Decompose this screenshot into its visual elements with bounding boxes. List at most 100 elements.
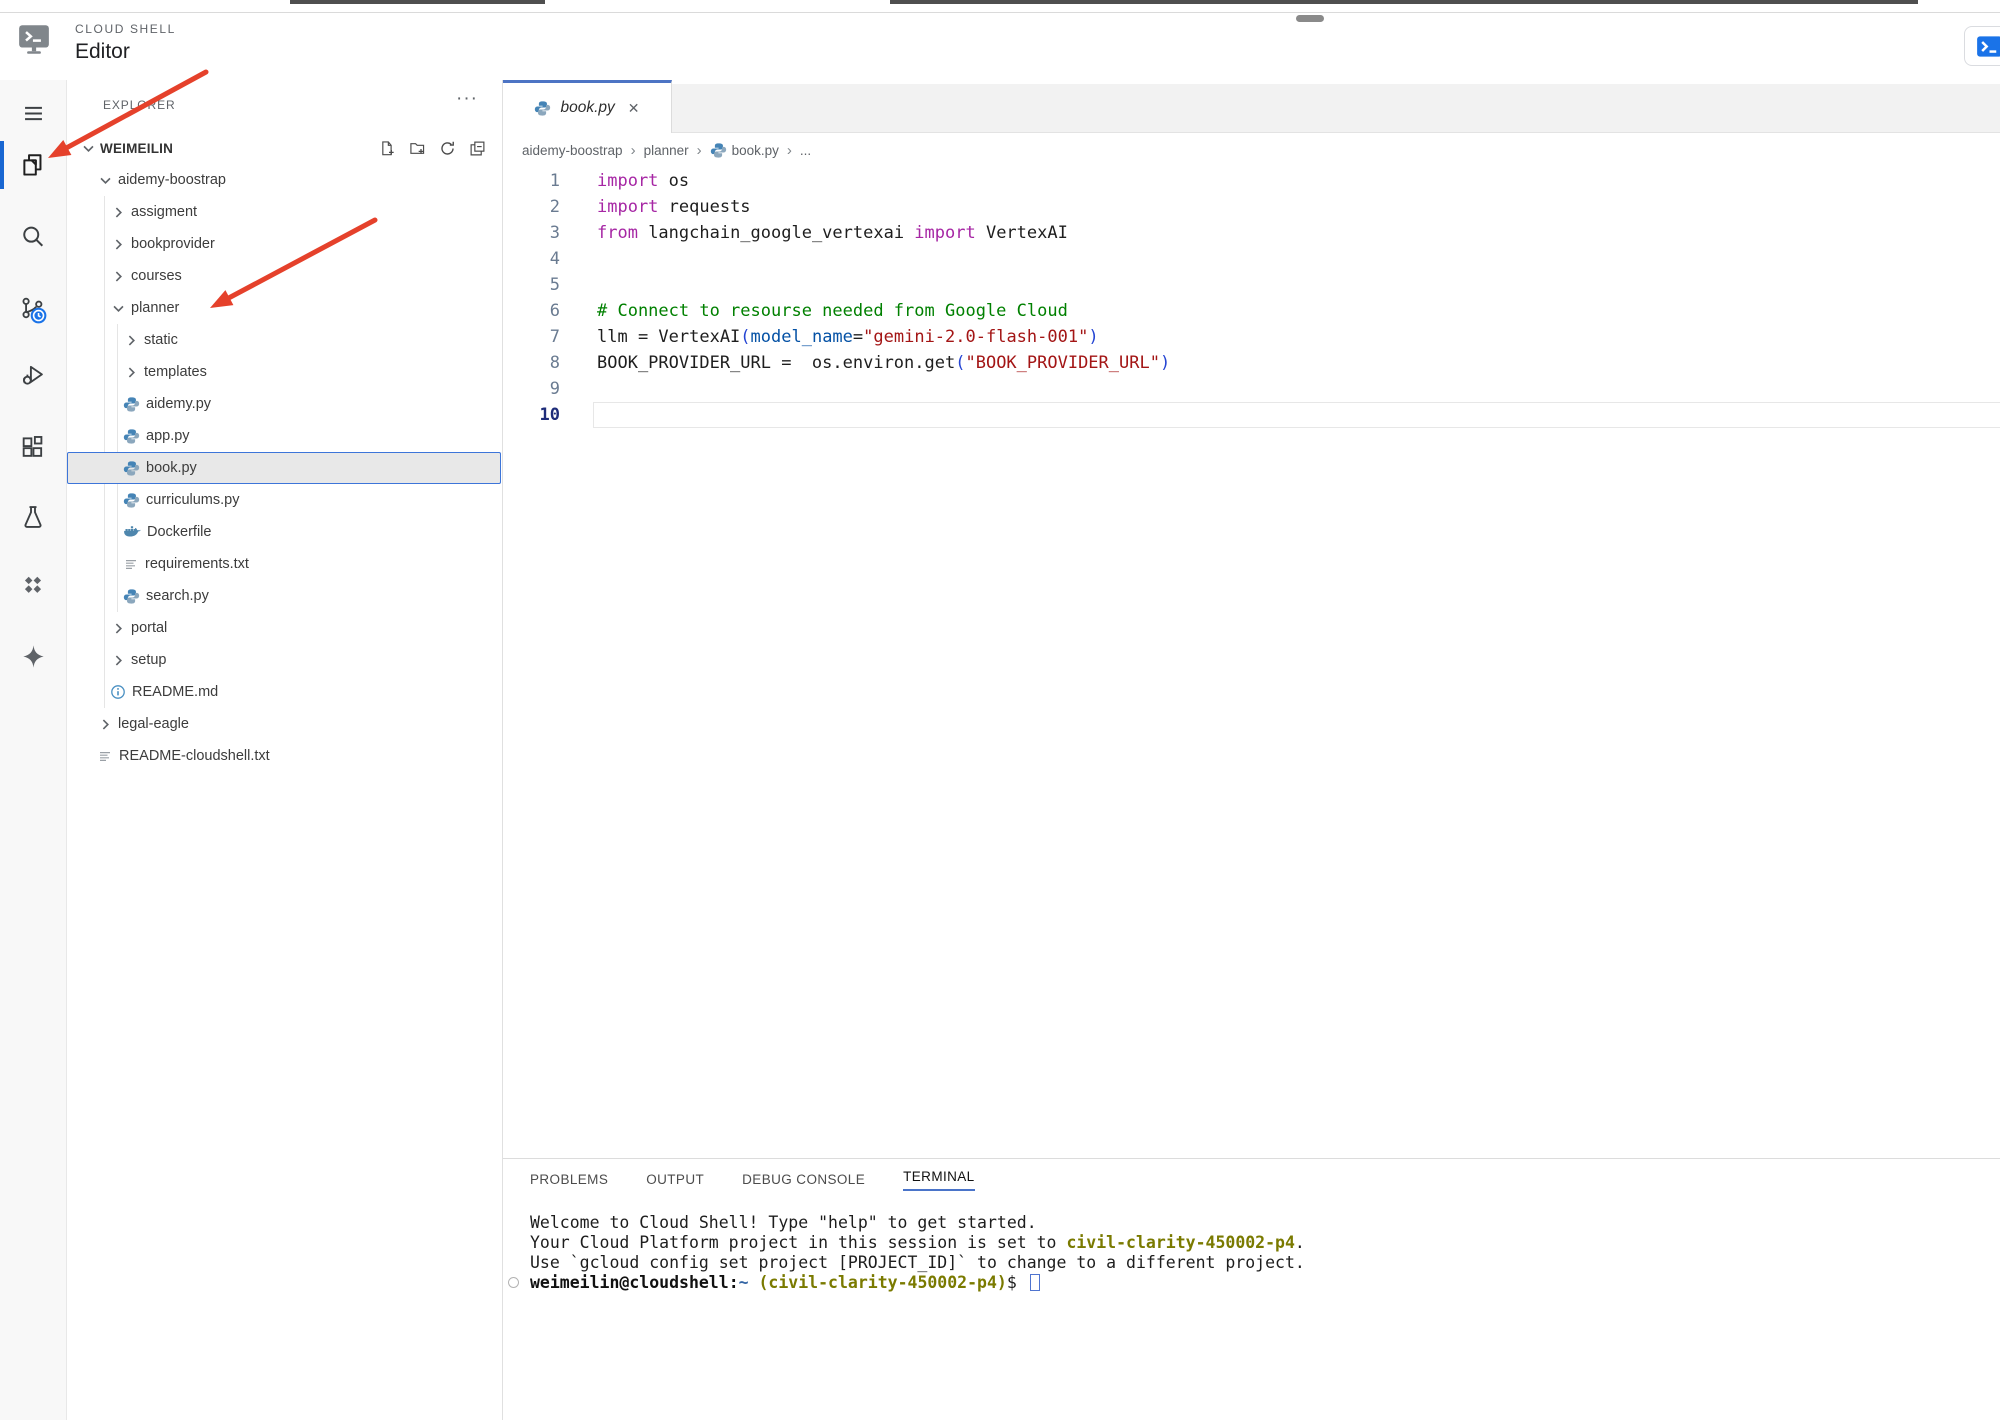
- chevron-down-icon: [80, 140, 97, 157]
- line-number: 10: [539, 405, 560, 425]
- tree-item-label: planner: [131, 300, 180, 316]
- tree-item-planner[interactable]: planner: [67, 292, 501, 324]
- terminal-icon: [1976, 33, 2000, 60]
- beaker-icon: [19, 503, 47, 531]
- panel-tab-output[interactable]: OUTPUT: [646, 1172, 704, 1189]
- tree-item-requirements-txt[interactable]: requirements.txt: [67, 548, 501, 580]
- tree-item-search-py[interactable]: search.py: [67, 580, 501, 612]
- activity-bar: [0, 80, 67, 1420]
- line-number: 3: [549, 223, 560, 243]
- code-line-8[interactable]: 8 BOOK_PROVIDER_URL = os.environ.get("BOO…: [503, 350, 2000, 376]
- code-line-6[interactable]: 6 # Connect to resourse needed from Googl…: [503, 298, 2000, 324]
- python-icon: [534, 100, 551, 117]
- chevron-right-icon: [110, 652, 127, 669]
- line-number: 4: [549, 249, 560, 269]
- panel-tab-problems[interactable]: PROBLEMS: [530, 1172, 608, 1189]
- command-circle-icon: [508, 1277, 519, 1288]
- tree-item-assigment[interactable]: assigment: [67, 196, 501, 228]
- code-line-9[interactable]: 9: [503, 376, 2000, 402]
- tree-item-legal-eagle[interactable]: legal-eagle: [67, 708, 501, 740]
- code-text: import requests: [597, 197, 751, 217]
- activity-item-run-debug[interactable]: [0, 349, 66, 401]
- code-line-2[interactable]: 2 import requests: [503, 194, 2000, 220]
- tree-item-label: setup: [131, 652, 167, 668]
- more-actions-button[interactable]: ···: [456, 88, 478, 110]
- activity-item-explorer[interactable]: [0, 139, 66, 191]
- tree-item-label: search.py: [146, 588, 209, 604]
- terminal-prompt[interactable]: weimeilin@cloudshell:~ (civil-clarity-45…: [508, 1273, 1990, 1293]
- tree-item-label: README-cloudshell.txt: [119, 748, 270, 764]
- line-number: 5: [549, 275, 560, 295]
- code-line-1[interactable]: 1 import os: [503, 168, 2000, 194]
- breadcrumb-label: planner: [643, 143, 689, 158]
- tree-item-setup[interactable]: setup: [67, 644, 501, 676]
- code-line-10[interactable]: 10: [503, 402, 2000, 428]
- panel-tab-debug-console[interactable]: DEBUG CONSOLE: [742, 1172, 865, 1189]
- tab-book-py[interactable]: book.py ✕: [503, 80, 672, 133]
- browser-edge-strip: [0, 0, 2000, 13]
- panel-tab-terminal[interactable]: TERMINAL: [903, 1169, 975, 1191]
- text-file-icon: [123, 556, 139, 572]
- tree-item-label: courses: [131, 268, 182, 284]
- tree-item-bookprovider[interactable]: bookprovider: [67, 228, 501, 260]
- chevron-right-icon: [123, 364, 140, 381]
- tree-item-aidemy-py[interactable]: aidemy.py: [67, 388, 501, 420]
- extensions-icon: [19, 433, 47, 461]
- product-title: Editor: [75, 40, 130, 63]
- tree-item-portal[interactable]: portal: [67, 612, 501, 644]
- explorer-title: EXPLORER: [103, 98, 176, 112]
- explorer-sidebar: EXPLORER ··· WEIMEILIN aidemy-boostrap as…: [67, 80, 503, 1420]
- panel-drag-handle[interactable]: [1296, 15, 1324, 22]
- code-line-4[interactable]: 4: [503, 246, 2000, 272]
- close-icon[interactable]: ✕: [628, 100, 640, 117]
- open-terminal-button[interactable]: [1964, 26, 2000, 66]
- code-line-7[interactable]: 7 llm = VertexAI(model_name="gemini-2.0-f…: [503, 324, 2000, 350]
- tree-item-readme-cloudshell-txt[interactable]: README-cloudshell.txt: [67, 740, 501, 772]
- file-tree: aidemy-boostrap assigment bookprovider cour…: [67, 164, 501, 772]
- tree-item-label: README.md: [132, 684, 219, 700]
- terminal[interactable]: Welcome to Cloud Shell! Type "help" to g…: [508, 1213, 1990, 1293]
- tree-item-readme-md[interactable]: README.md: [67, 676, 501, 708]
- terminal-line: Use `gcloud config set project [PROJECT_…: [530, 1253, 1305, 1272]
- activity-item-source-control[interactable]: [0, 284, 66, 336]
- files-icon: [19, 151, 47, 179]
- activity-item-search[interactable]: [0, 211, 66, 263]
- new-folder-button[interactable]: [409, 140, 426, 157]
- breadcrumb-label: aidemy-boostrap: [522, 143, 623, 158]
- new-file-button[interactable]: [379, 140, 396, 157]
- collapse-all-button[interactable]: [469, 140, 486, 157]
- tree-item-static[interactable]: static: [67, 324, 501, 356]
- browser-edge-segment: [890, 0, 1918, 4]
- line-number: 8: [549, 353, 560, 373]
- code-editor[interactable]: 1 import os 2 import requests 3 from langchai…: [503, 168, 2000, 1238]
- breadcrumb-item-[interactable]: ...: [800, 143, 811, 158]
- tree-section-weimeilin[interactable]: WEIMEILIN: [67, 132, 501, 164]
- activity-item-testing[interactable]: [0, 491, 66, 543]
- activity-item-cloud-code[interactable]: [0, 559, 66, 611]
- tree-item-aidemy-boostrap[interactable]: aidemy-boostrap: [67, 164, 501, 196]
- code-line-5[interactable]: 5: [503, 272, 2000, 298]
- chevron-right-icon: [110, 204, 127, 221]
- chevron-right-icon: [97, 716, 114, 733]
- tree-item-templates[interactable]: templates: [67, 356, 501, 388]
- tree-item-curriculums-py[interactable]: curriculums.py: [67, 484, 501, 516]
- tree-item-app-py[interactable]: app.py: [67, 420, 501, 452]
- tree-item-courses[interactable]: courses: [67, 260, 501, 292]
- activity-item-gemini[interactable]: [0, 630, 66, 682]
- breadcrumb-item-book-py[interactable]: book.py: [710, 142, 779, 159]
- workspace-name: WEIMEILIN: [100, 140, 174, 156]
- breadcrumb-item-aidemy-boostrap[interactable]: aidemy-boostrap: [522, 143, 623, 158]
- cloud-shell-editor-window: CLOUD SHELL Editor EXPLORER ··· WEIMEILI…: [0, 0, 2000, 1420]
- tree-item-book-py[interactable]: book.py: [67, 452, 501, 484]
- code-line-3[interactable]: 3 from langchain_google_vertexai import V…: [503, 220, 2000, 246]
- activity-item-extensions[interactable]: [0, 421, 66, 473]
- docker-icon: [123, 523, 141, 541]
- refresh-button[interactable]: [439, 140, 456, 157]
- activity-item-menu[interactable]: [0, 87, 66, 139]
- tree-item-label: templates: [144, 364, 207, 380]
- tree-item-dockerfile[interactable]: Dockerfile: [67, 516, 501, 548]
- info-icon: [110, 684, 126, 700]
- breadcrumb-label: book.py: [731, 143, 779, 158]
- tree-item-label: static: [144, 332, 178, 348]
- breadcrumb-item-planner[interactable]: planner: [644, 143, 689, 158]
